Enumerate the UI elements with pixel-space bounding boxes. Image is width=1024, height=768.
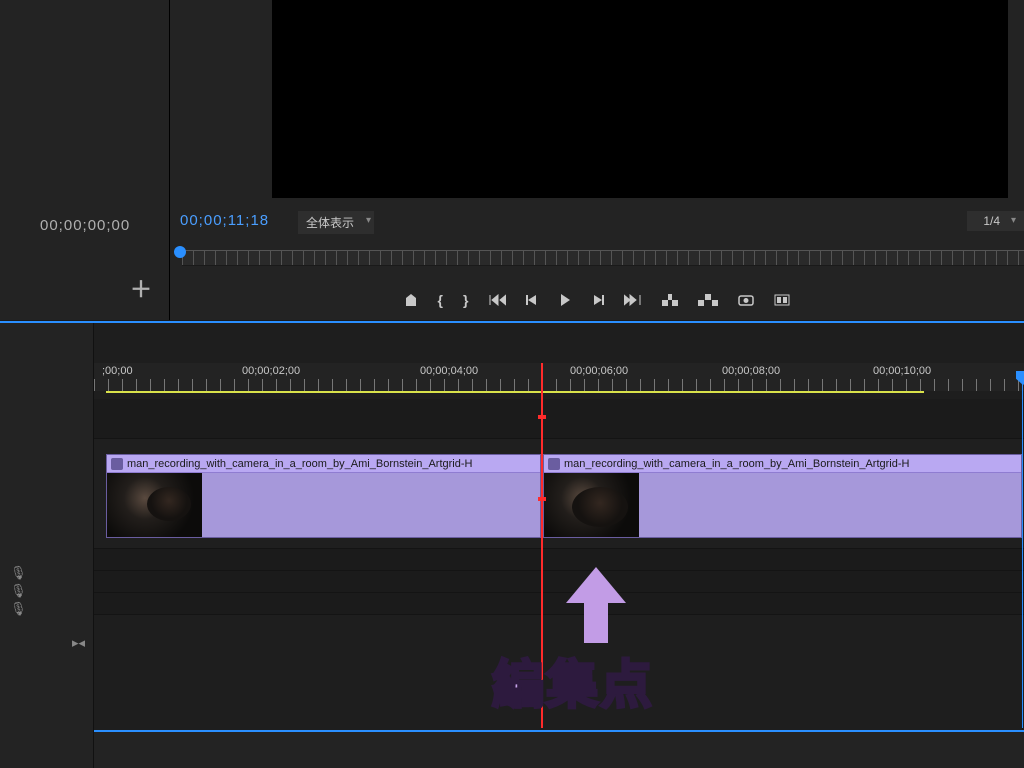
add-media-button[interactable]: ＋	[130, 272, 152, 304]
annotation-arrow-icon	[566, 567, 626, 647]
clip[interactable]: man_recording_with_camera_in_a_room_by_A…	[106, 454, 541, 538]
clip[interactable]: man_recording_with_camera_in_a_room_by_A…	[543, 454, 1022, 538]
export-frame-button[interactable]	[738, 294, 754, 306]
ruler-label: ;00;00	[102, 365, 133, 377]
ruler-label: 00;00;10;00	[873, 365, 931, 377]
step-back-button[interactable]	[526, 294, 538, 306]
ruler-label: 00;00;02;00	[242, 365, 300, 377]
clip-header: man_recording_with_camera_in_a_room_by_A…	[107, 455, 540, 473]
voiceover-record-icon[interactable]: 🎙	[10, 583, 27, 599]
ruler-label: 00;00;06;00	[570, 365, 628, 377]
playhead[interactable]	[1022, 381, 1023, 728]
audio-track-3[interactable]	[94, 593, 1024, 615]
program-timecode[interactable]: 00;00;11;18	[180, 212, 269, 229]
fx-badge-icon[interactable]	[111, 458, 123, 470]
timeline-tracks-area[interactable]: ;00;00 00;00;02;00 00;00;04;00 00;00;06;…	[94, 323, 1024, 768]
play-button[interactable]	[558, 293, 572, 307]
video-track-2[interactable]	[94, 399, 1024, 439]
ruler-labels: ;00;00 00;00;02;00 00;00;04;00 00;00;06;…	[94, 365, 1024, 379]
snap-toggle-icon[interactable]: ▸◂	[72, 635, 85, 651]
voiceover-record-icon[interactable]: 🎙	[10, 565, 27, 581]
zoom-fit-select[interactable]: 全体表示	[298, 211, 374, 234]
source-timecode[interactable]: 00;00;00;00	[40, 217, 130, 234]
chevron-down-icon: ▾	[366, 215, 371, 226]
fx-badge-icon[interactable]	[548, 458, 560, 470]
go-to-in-button[interactable]	[488, 294, 506, 306]
program-scrub-ticks	[182, 250, 1024, 266]
audio-track-2[interactable]	[94, 571, 1024, 593]
monitor-row: 00;00;00;00 ＋ 00;00;11;18 全体表示 ▾ 1/4 ▾	[0, 0, 1024, 320]
audio-track-1[interactable]	[94, 549, 1024, 571]
extract-button[interactable]	[698, 294, 718, 306]
program-scrub-bar[interactable]	[170, 244, 1024, 270]
ruler-label: 00;00;08;00	[722, 365, 780, 377]
voiceover-record-icon[interactable]: 🎙	[10, 601, 27, 617]
ruler-ticks	[94, 379, 1024, 391]
clip-name: man_recording_with_camera_in_a_room_by_A…	[127, 458, 472, 470]
mark-in-button[interactable]: {	[438, 292, 443, 308]
clip-thumbnail	[544, 473, 639, 538]
clip-name: man_recording_with_camera_in_a_room_by_A…	[564, 458, 909, 470]
audio-track-headers: 🎙 🎙 🎙	[0, 565, 27, 617]
clip-header: man_recording_with_camera_in_a_room_by_A…	[544, 455, 1021, 473]
step-forward-button[interactable]	[592, 294, 604, 306]
timeline-panel: 🎙 🎙 🎙 ▸◂ ;00;00 00;00;02;00 00;00;04;00 …	[0, 321, 1024, 768]
go-to-out-button[interactable]	[624, 294, 642, 306]
chevron-down-icon: ▾	[1011, 215, 1016, 226]
playback-resolution-label: 1/4	[983, 214, 1000, 228]
annotation-label: 編集点	[492, 643, 654, 718]
transport-controls: { }	[170, 282, 1024, 318]
zoom-fit-label: 全体表示	[306, 216, 354, 230]
ruler-label: 00;00;04;00	[420, 365, 478, 377]
source-monitor: 00;00;00;00 ＋	[0, 0, 170, 320]
add-marker-button[interactable]	[404, 293, 418, 307]
time-ruler[interactable]: ;00;00 00;00;02;00 00;00;04;00 00;00;06;…	[94, 363, 1024, 391]
button-editor-button[interactable]	[774, 294, 790, 306]
program-monitor: 00;00;11;18 全体表示 ▾ 1/4 ▾ { }	[170, 0, 1024, 320]
lift-button[interactable]	[662, 294, 678, 306]
track-header-column: 🎙 🎙 🎙 ▸◂	[0, 323, 94, 768]
program-preview[interactable]	[272, 0, 1008, 198]
mark-out-button[interactable]: }	[463, 292, 468, 308]
clip-thumbnail	[107, 473, 202, 538]
timeline-footer	[94, 732, 1024, 768]
work-area-bar[interactable]	[106, 391, 924, 397]
app-root: 00;00;00;00 ＋ 00;00;11;18 全体表示 ▾ 1/4 ▾	[0, 0, 1024, 768]
program-scrub-playhead[interactable]	[174, 246, 186, 258]
